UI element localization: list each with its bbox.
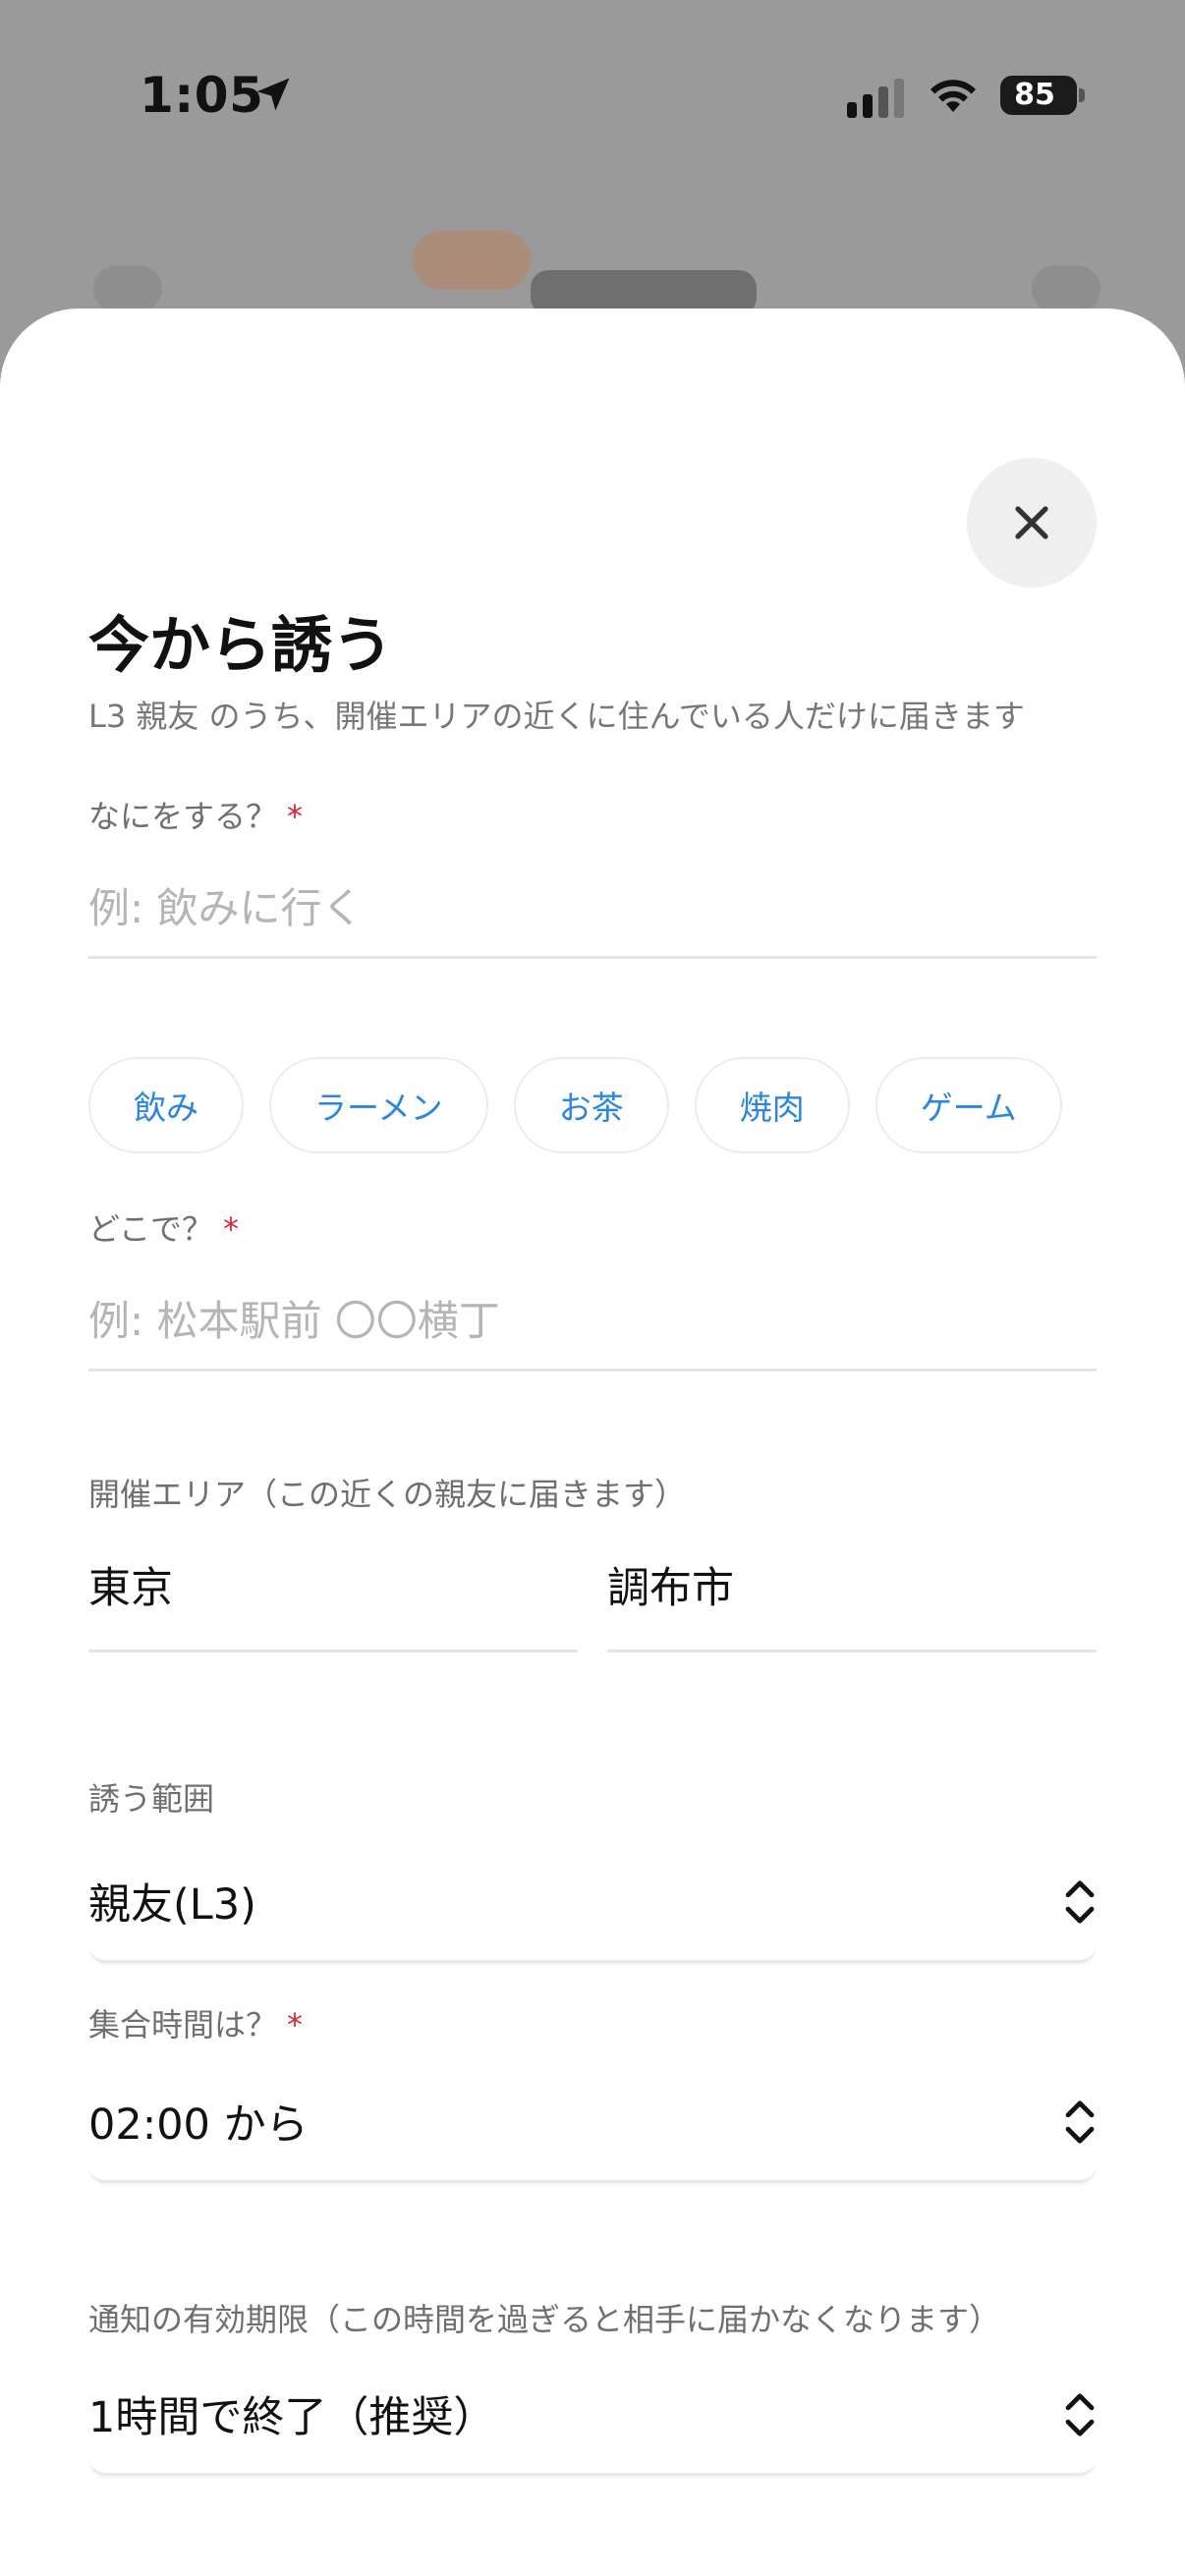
- chip-yakiniku[interactable]: 焼肉: [694, 1057, 850, 1153]
- scope-value: 親友(L3): [88, 1880, 256, 1930]
- close-button[interactable]: [967, 458, 1097, 588]
- sheet-title: 今から誘う: [88, 609, 394, 681]
- chip-ocha[interactable]: お茶: [513, 1057, 669, 1153]
- scope-label: 誘う範囲: [88, 1780, 215, 1818]
- what-label: なにをする？ *: [88, 798, 304, 835]
- battery-level: 85: [1014, 78, 1055, 112]
- chevron-up-down-icon: [1065, 2393, 1095, 2436]
- chip-game[interactable]: ゲーム: [875, 1057, 1062, 1153]
- location-arrow-icon: [256, 78, 290, 111]
- sheet-subtitle: L3 親友 のうち、開催エリアの近くに住んでいる人だけに届きます: [88, 698, 1025, 735]
- background-menu-button: [1032, 265, 1100, 312]
- where-label: どこで？ *: [88, 1210, 240, 1248]
- required-mark: *: [287, 2006, 304, 2044]
- background-logo: [413, 231, 757, 315]
- meet-time-label: 集合時間は？ *: [88, 2006, 304, 2044]
- area-city-field[interactable]: 調布市: [607, 1533, 1097, 1652]
- close-icon: [1015, 506, 1048, 539]
- battery-icon: 85: [1000, 76, 1085, 115]
- required-mark: *: [287, 798, 304, 835]
- background-nav-button: [93, 265, 162, 312]
- expiry-value: 1時間で終了（推奨）: [88, 2393, 496, 2442]
- required-mark: *: [223, 1210, 240, 1248]
- wifi-icon: [931, 80, 976, 112]
- meet-time-select[interactable]: 02:00 から: [88, 2061, 1097, 2183]
- expiry-select[interactable]: 1時間で終了（推奨）: [88, 2354, 1097, 2476]
- area-prefecture-field[interactable]: 東京: [88, 1533, 578, 1652]
- where-input[interactable]: [88, 1273, 1097, 1372]
- status-bar: 1:05 85: [0, 0, 1185, 187]
- cellular-signal-icon: [847, 79, 904, 118]
- meet-time-value: 02:00 から: [88, 2100, 309, 2150]
- chevron-up-down-icon: [1065, 2100, 1095, 2144]
- activity-chips: 飲み ラーメン お茶 焼肉 ゲーム: [88, 1057, 1062, 1155]
- chevron-up-down-icon: [1065, 1880, 1095, 1924]
- area-label: 開催エリア（この近くの親友に届きます）: [88, 1476, 687, 1513]
- status-time: 1:05: [140, 67, 264, 124]
- chip-ramen[interactable]: ラーメン: [269, 1057, 488, 1153]
- expiry-label: 通知の有効期限（この時間を過ぎると相手に届かなくなります）: [88, 2301, 1001, 2338]
- chip-nomi[interactable]: 飲み: [88, 1057, 244, 1153]
- what-input[interactable]: [88, 861, 1097, 959]
- screen: 1:05 85 今から誘う L3 親友 のうち、開催エリアの近くに住んでいる人だ…: [0, 0, 1185, 2576]
- scope-select[interactable]: 親友(L3): [88, 1841, 1097, 1963]
